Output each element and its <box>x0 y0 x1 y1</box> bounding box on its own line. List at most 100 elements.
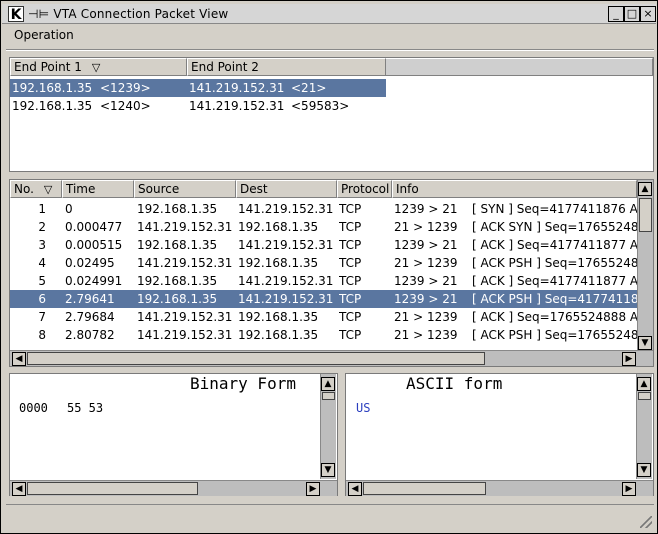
binary-bytes: 55 53 <box>67 401 104 415</box>
cell-no: 7 <box>38 310 46 324</box>
title-bar[interactable]: K ⊣⊨ VTA Connection Packet View _ □ × <box>2 4 656 24</box>
scroll-right-arrow-icon[interactable]: ▶ <box>622 352 636 366</box>
cell-ports: 21 > 1239 <box>394 220 458 234</box>
column-header-end-point-2[interactable]: End Point 2 <box>187 58 386 76</box>
cell-dst: 141.219.152.31 <box>238 274 334 288</box>
scroll-down-arrow-icon[interactable]: ▼ <box>638 336 652 350</box>
cell-dst: 192.168.1.35 <box>238 310 319 324</box>
menu-operation[interactable]: Operation <box>14 28 74 42</box>
sort-descending-icon[interactable]: ▽ <box>92 61 100 74</box>
table-row[interactable]: 2 0.000477 141.219.152.31 192.168.1.35 TCP 21… <box>10 218 642 236</box>
cell-no: 5 <box>38 274 46 288</box>
column-header-protocol[interactable]: Protocol <box>337 180 392 198</box>
scroll-right-arrow-icon[interactable]: ▶ <box>306 482 320 496</box>
cell-src: 141.219.152.31 <box>137 256 233 270</box>
cell-no: 2 <box>38 220 46 234</box>
cell-info: [ ACK SYN ] Seq=1765524840 <box>472 220 642 234</box>
binary-form-title: Binary Form <box>190 374 296 393</box>
scroll-down-arrow-icon[interactable]: ▼ <box>321 463 335 477</box>
status-bar <box>6 504 654 530</box>
cell-time: 0.000515 <box>65 238 123 252</box>
table-row[interactable]: 6 2.79641 192.168.1.35 141.219.152.31 TCP 123… <box>10 290 642 308</box>
cell-info: [ SYN ] Seq=4177411876 Ack <box>472 202 642 216</box>
packets-table: No. ▽ Time Source Dest Protocol Info 1 0 19… <box>9 179 654 367</box>
column-header-time[interactable]: Time <box>62 180 134 198</box>
cell-no: 1 <box>38 202 46 216</box>
table-row[interactable]: 1 0 192.168.1.35 141.219.152.31 TCP 1239 > 21… <box>10 200 642 218</box>
cell-ports: 1239 > 21 <box>394 202 458 216</box>
cell-ports: 1239 > 21 <box>394 238 458 252</box>
table-row[interactable]: 8 2.80782 141.219.152.31 192.168.1.35 TCP 21 … <box>10 326 642 344</box>
binary-form-pane: Binary Form 0000 55 53 ▲ ▼ ◀ ▶ <box>9 373 338 496</box>
minimize-button[interactable]: _ <box>608 6 624 22</box>
maximize-button[interactable]: □ <box>624 6 640 22</box>
cell-no: 8 <box>38 328 46 342</box>
cell-ports: 1239 > 21 <box>394 292 458 306</box>
cell-time: 2.79641 <box>65 292 115 306</box>
cell-proto: TCP <box>339 292 362 306</box>
cell-info: [ ACK PSH ] Seq=1765524840 <box>472 256 642 270</box>
cell-proto: TCP <box>339 238 362 252</box>
cell-no: 3 <box>38 238 46 252</box>
header-filler <box>386 58 653 76</box>
cell-proto: TCP <box>339 220 362 234</box>
ascii-form-pane: ASCII form US ▲ ▼ ◀ ▶ <box>345 373 654 496</box>
sort-descending-icon[interactable]: ▽ <box>44 183 52 196</box>
cell-time: 2.80782 <box>65 328 115 342</box>
packets-vertical-scrollbar[interactable]: ▲ ▼ <box>637 180 653 352</box>
cell-dst: 192.168.1.35 <box>238 256 319 270</box>
table-row[interactable]: 5 0.024991 192.168.1.35 141.219.152.31 TCP 12… <box>10 272 642 290</box>
ascii-form-title: ASCII form <box>406 374 503 393</box>
scroll-left-arrow-icon[interactable]: ◀ <box>12 482 26 496</box>
table-row[interactable]: 3 0.000515 192.168.1.35 141.219.152.31 TCP 12… <box>10 236 642 254</box>
close-button[interactable]: × <box>640 6 656 22</box>
column-header-end-point-1[interactable]: End Point 1 ▽ <box>10 58 187 76</box>
scroll-thumb[interactable] <box>363 482 486 495</box>
app-k-icon[interactable]: K <box>8 6 24 23</box>
scroll-down-arrow-icon[interactable]: ▼ <box>637 463 651 477</box>
scroll-up-arrow-icon[interactable]: ▲ <box>637 377 651 391</box>
cell-info: [ ACK PSH ] Seq=4177411877 <box>472 292 642 306</box>
scroll-up-arrow-icon[interactable]: ▲ <box>638 182 652 196</box>
packets-horizontal-scrollbar[interactable]: ◀ ▶ <box>10 350 653 366</box>
ascii-vertical-scrollbar[interactable]: ▲ ▼ <box>636 374 652 479</box>
table-row[interactable]: 7 2.79684 141.219.152.31 192.168.1.35 TCP 21 … <box>10 308 642 326</box>
scroll-left-arrow-icon[interactable]: ◀ <box>12 352 26 366</box>
cell-src: 192.168.1.35 <box>137 274 218 288</box>
cell-time: 0.024991 <box>65 274 123 288</box>
cell-dst: 192.168.1.35 <box>238 220 319 234</box>
scroll-thumb[interactable] <box>639 198 652 232</box>
ascii-text: US <box>356 401 371 415</box>
scroll-thumb[interactable] <box>322 392 335 400</box>
packet-view-window: K ⊣⊨ VTA Connection Packet View _ □ × Op… <box>0 0 658 534</box>
column-header-source[interactable]: Source <box>134 180 236 198</box>
scroll-right-arrow-icon[interactable]: ▶ <box>622 482 636 496</box>
resize-grip-icon[interactable] <box>640 516 652 528</box>
cell-no: 6 <box>38 292 46 306</box>
scroll-up-arrow-icon[interactable]: ▲ <box>321 377 335 391</box>
pin-icon[interactable]: ⊣⊨ <box>28 7 49 21</box>
table-row[interactable]: 4 0.02495 141.219.152.31 192.168.1.35 TCP 21 … <box>10 254 642 272</box>
cell-proto: TCP <box>339 310 362 324</box>
column-header-no[interactable]: No. ▽ <box>10 180 62 198</box>
binary-horizontal-scrollbar[interactable]: ◀ ▶ <box>10 480 337 496</box>
cell-proto: TCP <box>339 202 362 216</box>
ascii-horizontal-scrollbar[interactable]: ◀ ▶ <box>346 480 653 496</box>
connection-row[interactable]: 192.168.1.35 <1240> 141.219.152.31 <5958… <box>10 97 386 115</box>
cell-info: [ ACK ] Seq=4177411877 Ack <box>472 238 642 252</box>
cell-time: 0.000477 <box>65 220 123 234</box>
binary-vertical-scrollbar[interactable]: ▲ ▼ <box>320 374 336 479</box>
column-header-dest[interactable]: Dest <box>236 180 337 198</box>
cell-src: 141.219.152.31 <box>137 220 233 234</box>
menu-separator <box>6 49 654 51</box>
scroll-thumb[interactable] <box>27 352 485 365</box>
cell-src: 141.219.152.31 <box>137 310 233 324</box>
connection-row[interactable]: 192.168.1.35 <1239> 141.219.152.31 <21> <box>10 79 386 97</box>
cell-dst: 141.219.152.31 <box>238 238 334 252</box>
scroll-thumb[interactable] <box>638 392 651 400</box>
scroll-thumb[interactable] <box>27 482 198 495</box>
column-header-info[interactable]: Info <box>392 180 637 198</box>
scroll-left-arrow-icon[interactable]: ◀ <box>348 482 362 496</box>
cell-proto: TCP <box>339 274 362 288</box>
cell-dst: 141.219.152.31 <box>238 292 334 306</box>
